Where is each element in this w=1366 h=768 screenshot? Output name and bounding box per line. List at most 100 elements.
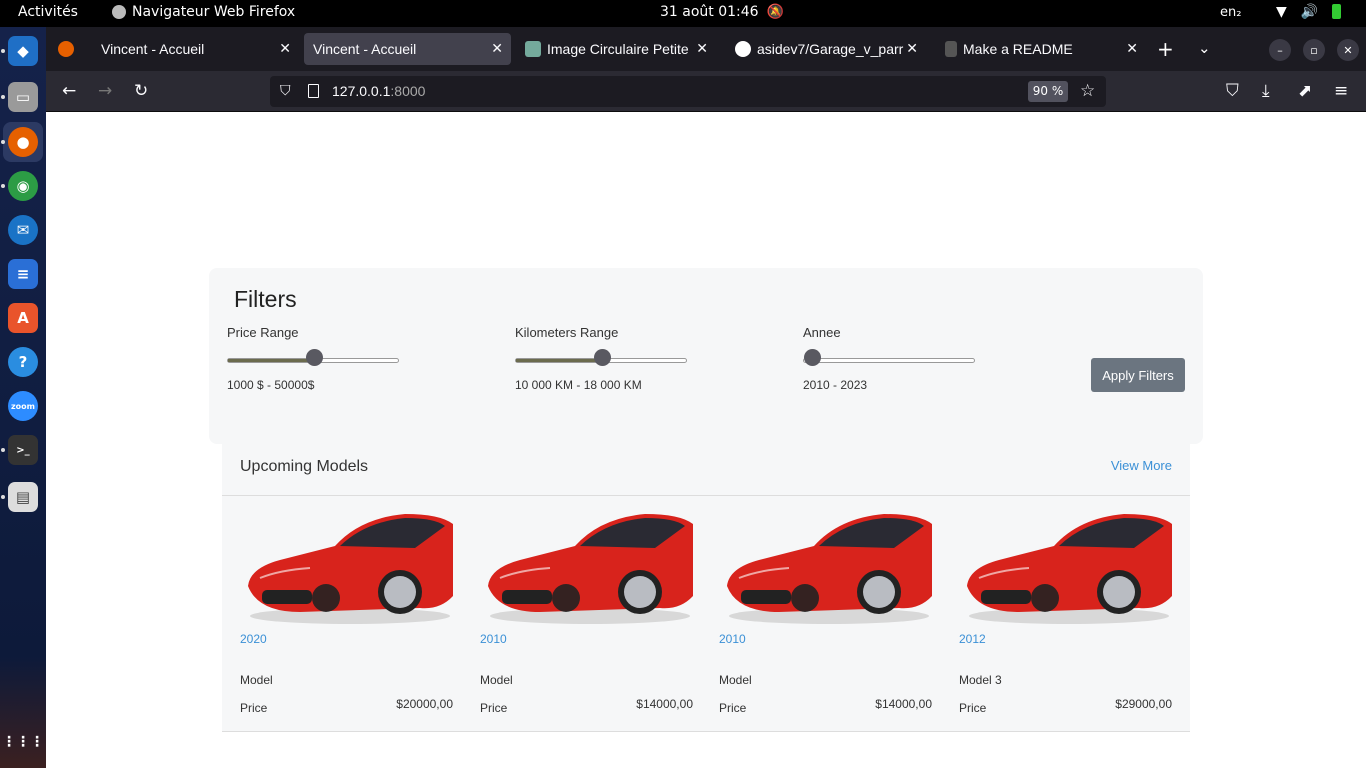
new-tab-icon[interactable]: + <box>1157 37 1174 61</box>
url-host: 127.0.0.1 <box>332 83 391 99</box>
car-year-link[interactable]: 2020 <box>240 632 267 646</box>
close-icon[interactable]: ✕ <box>279 40 291 57</box>
zoom-icon[interactable]: zoom <box>8 391 38 421</box>
terminal-icon[interactable]: >_ <box>8 435 38 465</box>
close-icon[interactable]: ✕ <box>696 40 708 57</box>
car-price: $29000,00 <box>1115 697 1172 711</box>
car-model: Model <box>240 673 273 687</box>
price-label: Price <box>719 701 747 715</box>
dock: ◆ ▭ ● ◉ ✉ ≡ A ? zoom >_ ▤ ⋮⋮⋮ <box>0 27 46 768</box>
car-year-link[interactable]: 2010 <box>719 632 746 646</box>
url-port: :8000 <box>390 83 426 99</box>
close-window-button[interactable]: ✕ <box>1337 39 1359 61</box>
activities-button[interactable]: Activités <box>18 4 78 20</box>
tab-4[interactable]: asidev7/Garage_v_parr ✕ <box>726 33 926 65</box>
vscode-icon[interactable]: ◆ <box>8 36 38 66</box>
downloads-icon[interactable]: ⤓ <box>1262 81 1270 101</box>
tab-1[interactable]: Vincent - Accueil ✕ <box>92 33 299 65</box>
car-year-link[interactable]: 2012 <box>959 632 986 646</box>
writer-icon[interactable]: ≡ <box>8 259 38 289</box>
filters-title: Filters <box>234 286 297 312</box>
battery-icon <box>1332 4 1342 19</box>
tab-title: Image Circulaire Petite <box>547 41 689 57</box>
running-indicator <box>1 448 5 452</box>
year-range-value: 2010 - 2023 <box>803 378 868 392</box>
web-page: Filters Price Range 1000 $ - 50000$ Kilo… <box>46 112 1366 768</box>
car-price: $14000,00 <box>875 697 932 711</box>
notifications-muted-icon: 🔕 <box>766 4 785 20</box>
wifi-icon: ▼ <box>1276 4 1287 20</box>
back-icon[interactable]: ← <box>62 81 76 101</box>
tab-2[interactable]: Vincent - Accueil ✕ <box>304 33 511 65</box>
running-indicator <box>1 95 5 99</box>
app-menu[interactable]: Navigateur Web Firefox <box>112 4 295 20</box>
bookmark-star-icon[interactable]: ☆ <box>1080 81 1095 101</box>
show-apps-icon[interactable]: ⋮⋮⋮ <box>2 727 44 757</box>
car-card[interactable]: 2020 Model Price $20000,00 <box>240 508 453 723</box>
keyboard-layout[interactable]: en₂ <box>1220 5 1241 20</box>
page-icon <box>308 84 319 98</box>
firefox-icon[interactable]: ● <box>8 127 38 157</box>
km-range-handle[interactable] <box>594 349 611 366</box>
view-more-link[interactable]: View More <box>1111 458 1172 473</box>
car-model: Model <box>480 673 513 687</box>
firefox-view-icon[interactable] <box>58 41 74 57</box>
chrome-icon[interactable]: ◉ <box>8 171 38 201</box>
github-icon <box>735 41 751 57</box>
tab-3[interactable]: Image Circulaire Petite ✕ <box>516 33 716 65</box>
year-range-slider[interactable] <box>803 358 975 363</box>
filters-panel: Filters Price Range 1000 $ - 50000$ Kilo… <box>209 268 1203 444</box>
menu-icon[interactable]: ≡ <box>1334 81 1348 101</box>
app-name: Navigateur Web Firefox <box>132 4 296 20</box>
pocket-icon[interactable]: ⛉ <box>1226 81 1239 101</box>
close-icon[interactable]: ✕ <box>1126 40 1138 57</box>
car-image[interactable] <box>719 508 932 626</box>
tab-title: Make a README <box>963 41 1073 57</box>
km-range-label: Kilometers Range <box>515 325 619 340</box>
clock[interactable]: 31 août 01:46 🔕 <box>660 4 784 20</box>
url-bar[interactable]: ⛉ 127.0.0.1:8000 90 % ☆ <box>270 76 1106 107</box>
minimize-button[interactable]: – <box>1269 39 1291 61</box>
car-card[interactable]: 2012 Model 3 Price $29000,00 <box>959 508 1172 723</box>
extensions-icon[interactable]: ⬈ <box>1298 81 1312 101</box>
firefox-small-icon <box>112 5 126 19</box>
running-indicator <box>1 495 5 499</box>
car-model: Model 3 <box>959 673 1002 687</box>
car-card[interactable]: 2010 Model Price $14000,00 <box>719 508 932 723</box>
zoom-indicator[interactable]: 90 % <box>1028 81 1068 102</box>
tab-title: Vincent - Accueil <box>101 41 205 57</box>
navigation-bar: ← → ↻ ⛉ 127.0.0.1:8000 90 % ☆ ⛉ ⤓ ⬈ ≡ <box>46 71 1366 112</box>
slider-fill <box>228 359 313 362</box>
forward-icon[interactable]: → <box>98 81 112 101</box>
price-label: Price <box>480 701 508 715</box>
list-tabs-icon[interactable]: ⌄ <box>1198 39 1211 57</box>
slider-fill <box>516 359 601 362</box>
car-image[interactable] <box>240 508 453 626</box>
km-range-filter: Kilometers Range 10 000 KM - 18 000 KM <box>515 325 715 392</box>
car-card[interactable]: 2010 Model Price $14000,00 <box>480 508 693 723</box>
shield-icon[interactable]: ⛉ <box>280 83 291 99</box>
reload-icon[interactable]: ↻ <box>134 81 148 101</box>
apply-filters-button[interactable]: Apply Filters <box>1091 358 1185 392</box>
system-tray[interactable]: ▼ 🔊 <box>1276 4 1342 20</box>
tab-title: asidev7/Garage_v_parr <box>757 41 904 57</box>
help-icon[interactable]: ? <box>8 347 38 377</box>
volume-icon: 🔊 <box>1300 4 1319 20</box>
close-icon[interactable]: ✕ <box>906 40 918 57</box>
thunderbird-icon[interactable]: ✉ <box>8 215 38 245</box>
divider <box>222 495 1190 496</box>
close-icon[interactable]: ✕ <box>491 40 503 57</box>
files-icon[interactable]: ▭ <box>8 82 38 112</box>
section-title: Upcoming Models <box>240 458 369 475</box>
text-editor-icon[interactable]: ▤ <box>8 482 38 512</box>
maximize-button[interactable]: ▫ <box>1303 39 1325 61</box>
car-image[interactable] <box>959 508 1172 626</box>
app-center-icon[interactable]: A <box>8 303 38 333</box>
price-label: Price <box>240 701 268 715</box>
car-image[interactable] <box>480 508 693 626</box>
tab-5[interactable]: Make a README ✕ <box>936 33 1146 65</box>
year-range-handle[interactable] <box>804 349 821 366</box>
car-year-link[interactable]: 2010 <box>480 632 507 646</box>
system-top-bar: Activités Navigateur Web Firefox 31 août… <box>0 0 1366 27</box>
price-range-handle[interactable] <box>306 349 323 366</box>
